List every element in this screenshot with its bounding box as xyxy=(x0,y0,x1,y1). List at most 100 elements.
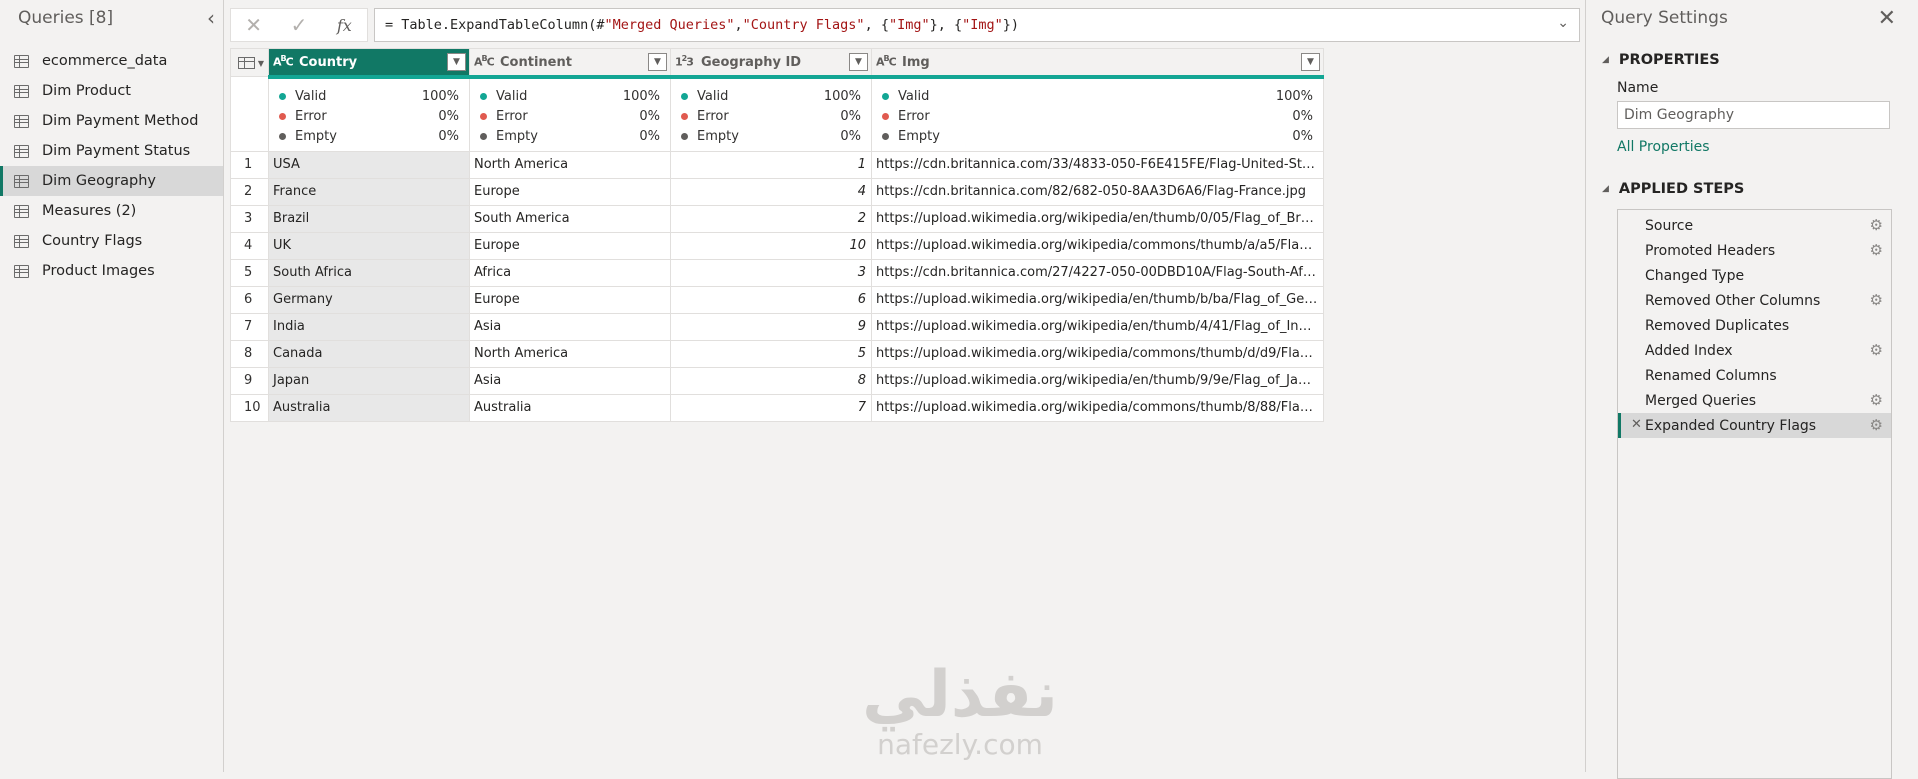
step-promoted-headers[interactable]: Promoted Headers ⚙ xyxy=(1618,238,1891,263)
row-number[interactable]: 9 xyxy=(230,366,269,395)
gear-icon[interactable]: ⚙ xyxy=(1870,291,1883,309)
text-type-icon[interactable]: ABC xyxy=(876,54,897,69)
column-header-continent[interactable]: ABC Continent ▼ xyxy=(469,48,671,79)
cell-continent[interactable]: North America xyxy=(469,339,671,368)
table-menu-button[interactable]: ▼ xyxy=(230,48,269,77)
query-name-input[interactable]: Dim Geography xyxy=(1617,101,1890,129)
cell-geography-id[interactable]: 8 xyxy=(670,366,872,395)
cell-country[interactable]: Germany xyxy=(268,285,470,314)
cell-geography-id[interactable]: 2 xyxy=(670,204,872,233)
text-type-icon[interactable]: ABC xyxy=(474,54,495,69)
cell-geography-id[interactable]: 3 xyxy=(670,258,872,287)
delete-step-x-icon[interactable]: ✕ xyxy=(1631,417,1642,432)
row-number[interactable]: 8 xyxy=(230,339,269,368)
cell-country[interactable]: Canada xyxy=(268,339,470,368)
cell-country[interactable]: USA xyxy=(268,150,470,179)
step-changed-type[interactable]: Changed Type xyxy=(1618,263,1891,288)
cell-img[interactable]: https://cdn.britannica.com/82/682-050-8A… xyxy=(871,177,1324,206)
cell-img[interactable]: https://upload.wikimedia.org/wikipedia/e… xyxy=(871,366,1324,395)
expand-formula-chevron-down-icon[interactable]: ⌄ xyxy=(1557,15,1569,31)
cell-geography-id[interactable]: 1 xyxy=(670,150,872,179)
cell-continent[interactable]: Europe xyxy=(469,177,671,206)
properties-title: PROPERTIES xyxy=(1618,52,1720,68)
cell-geography-id[interactable]: 5 xyxy=(670,339,872,368)
row-number[interactable]: 6 xyxy=(230,285,269,314)
column-header-img[interactable]: ABC Img ▼ xyxy=(871,48,1324,79)
query-item-measures[interactable]: Measures (2) xyxy=(0,196,223,226)
column-name: Continent xyxy=(500,55,572,70)
close-icon[interactable]: ✕ xyxy=(1878,6,1896,31)
cell-geography-id[interactable]: 7 xyxy=(670,393,872,422)
formula-input[interactable]: = Table.ExpandTableColumn(# "Merged Queri… xyxy=(374,8,1580,42)
filter-dropdown-icon[interactable]: ▼ xyxy=(1301,53,1320,71)
applied-steps-section-header[interactable]: ◢ APPLIED STEPS xyxy=(1586,177,1918,201)
fx-icon[interactable]: fx xyxy=(322,16,367,35)
column-header-geography-id[interactable]: 123 Geography ID ▼ xyxy=(670,48,872,79)
cell-continent[interactable]: Europe xyxy=(469,231,671,260)
collapse-pane-chevron-left-icon[interactable]: ‹ xyxy=(207,8,215,28)
cell-img[interactable]: https://cdn.britannica.com/27/4227-050-0… xyxy=(871,258,1324,287)
cell-img[interactable]: https://upload.wikimedia.org/wikipedia/c… xyxy=(871,393,1324,422)
filter-dropdown-icon[interactable]: ▼ xyxy=(648,53,667,71)
gear-icon[interactable]: ⚙ xyxy=(1870,341,1883,359)
cell-img[interactable]: https://upload.wikimedia.org/wikipedia/e… xyxy=(871,204,1324,233)
row-number[interactable]: 2 xyxy=(230,177,269,206)
cell-country[interactable]: Japan xyxy=(268,366,470,395)
commit-check-icon[interactable]: ✓ xyxy=(276,13,321,37)
cell-country[interactable]: France xyxy=(268,177,470,206)
cell-country[interactable]: South Africa xyxy=(268,258,470,287)
cell-img[interactable]: https://upload.wikimedia.org/wikipedia/e… xyxy=(871,312,1324,341)
gear-icon[interactable]: ⚙ xyxy=(1870,241,1883,259)
cell-continent[interactable]: Africa xyxy=(469,258,671,287)
step-renamed-columns[interactable]: Renamed Columns xyxy=(1618,363,1891,388)
properties-section-header[interactable]: ◢ PROPERTIES xyxy=(1586,48,1918,72)
gear-icon[interactable]: ⚙ xyxy=(1870,391,1883,409)
query-item-product-images[interactable]: Product Images xyxy=(0,256,223,286)
all-properties-link[interactable]: All Properties xyxy=(1586,139,1918,155)
filter-dropdown-icon[interactable]: ▼ xyxy=(849,53,868,71)
cell-img[interactable]: https://upload.wikimedia.org/wikipedia/c… xyxy=(871,339,1324,368)
step-removed-duplicates[interactable]: Removed Duplicates xyxy=(1618,313,1891,338)
gear-icon[interactable]: ⚙ xyxy=(1870,416,1883,434)
cell-country[interactable]: Brazil xyxy=(268,204,470,233)
step-source[interactable]: Source ⚙ xyxy=(1618,213,1891,238)
row-number[interactable]: 7 xyxy=(230,312,269,341)
column-header-country[interactable]: ABC Country ▼ xyxy=(268,48,470,79)
number-type-icon[interactable]: 123 xyxy=(675,54,694,69)
filter-dropdown-icon[interactable]: ▼ xyxy=(447,53,466,71)
cell-continent[interactable]: Europe xyxy=(469,285,671,314)
step-merged-queries[interactable]: Merged Queries ⚙ xyxy=(1618,388,1891,413)
cell-geography-id[interactable]: 4 xyxy=(670,177,872,206)
query-item-dim-product[interactable]: Dim Product xyxy=(0,76,223,106)
cell-geography-id[interactable]: 10 xyxy=(670,231,872,260)
gear-icon[interactable]: ⚙ xyxy=(1870,216,1883,234)
cell-img[interactable]: https://upload.wikimedia.org/wikipedia/c… xyxy=(871,231,1324,260)
cell-geography-id[interactable]: 6 xyxy=(670,285,872,314)
cell-country[interactable]: India xyxy=(268,312,470,341)
cell-country[interactable]: UK xyxy=(268,231,470,260)
cell-continent[interactable]: North America xyxy=(469,150,671,179)
cell-img[interactable]: https://upload.wikimedia.org/wikipedia/e… xyxy=(871,285,1324,314)
cell-country[interactable]: Australia xyxy=(268,393,470,422)
cell-img[interactable]: https://cdn.britannica.com/33/4833-050-F… xyxy=(871,150,1324,179)
step-removed-other-columns[interactable]: Removed Other Columns ⚙ xyxy=(1618,288,1891,313)
row-number[interactable]: 3 xyxy=(230,204,269,233)
text-type-icon[interactable]: ABC xyxy=(273,54,294,69)
cell-continent[interactable]: Asia xyxy=(469,366,671,395)
step-added-index[interactable]: Added Index ⚙ xyxy=(1618,338,1891,363)
query-item-ecommerce-data[interactable]: ecommerce_data xyxy=(0,46,223,76)
query-item-dim-payment-status[interactable]: Dim Payment Status xyxy=(0,136,223,166)
row-number[interactable]: 5 xyxy=(230,258,269,287)
row-number[interactable]: 10 xyxy=(230,393,269,422)
row-number[interactable]: 4 xyxy=(230,231,269,260)
row-number[interactable]: 1 xyxy=(230,150,269,179)
query-item-dim-geography[interactable]: Dim Geography xyxy=(0,166,223,196)
step-expanded-country-flags[interactable]: ✕ Expanded Country Flags ⚙ xyxy=(1618,413,1891,438)
cancel-x-icon[interactable]: ✕ xyxy=(231,13,276,37)
query-item-dim-payment-method[interactable]: Dim Payment Method xyxy=(0,106,223,136)
cell-continent[interactable]: South America xyxy=(469,204,671,233)
cell-continent[interactable]: Asia xyxy=(469,312,671,341)
cell-continent[interactable]: Australia xyxy=(469,393,671,422)
query-item-country-flags[interactable]: Country Flags xyxy=(0,226,223,256)
cell-geography-id[interactable]: 9 xyxy=(670,312,872,341)
